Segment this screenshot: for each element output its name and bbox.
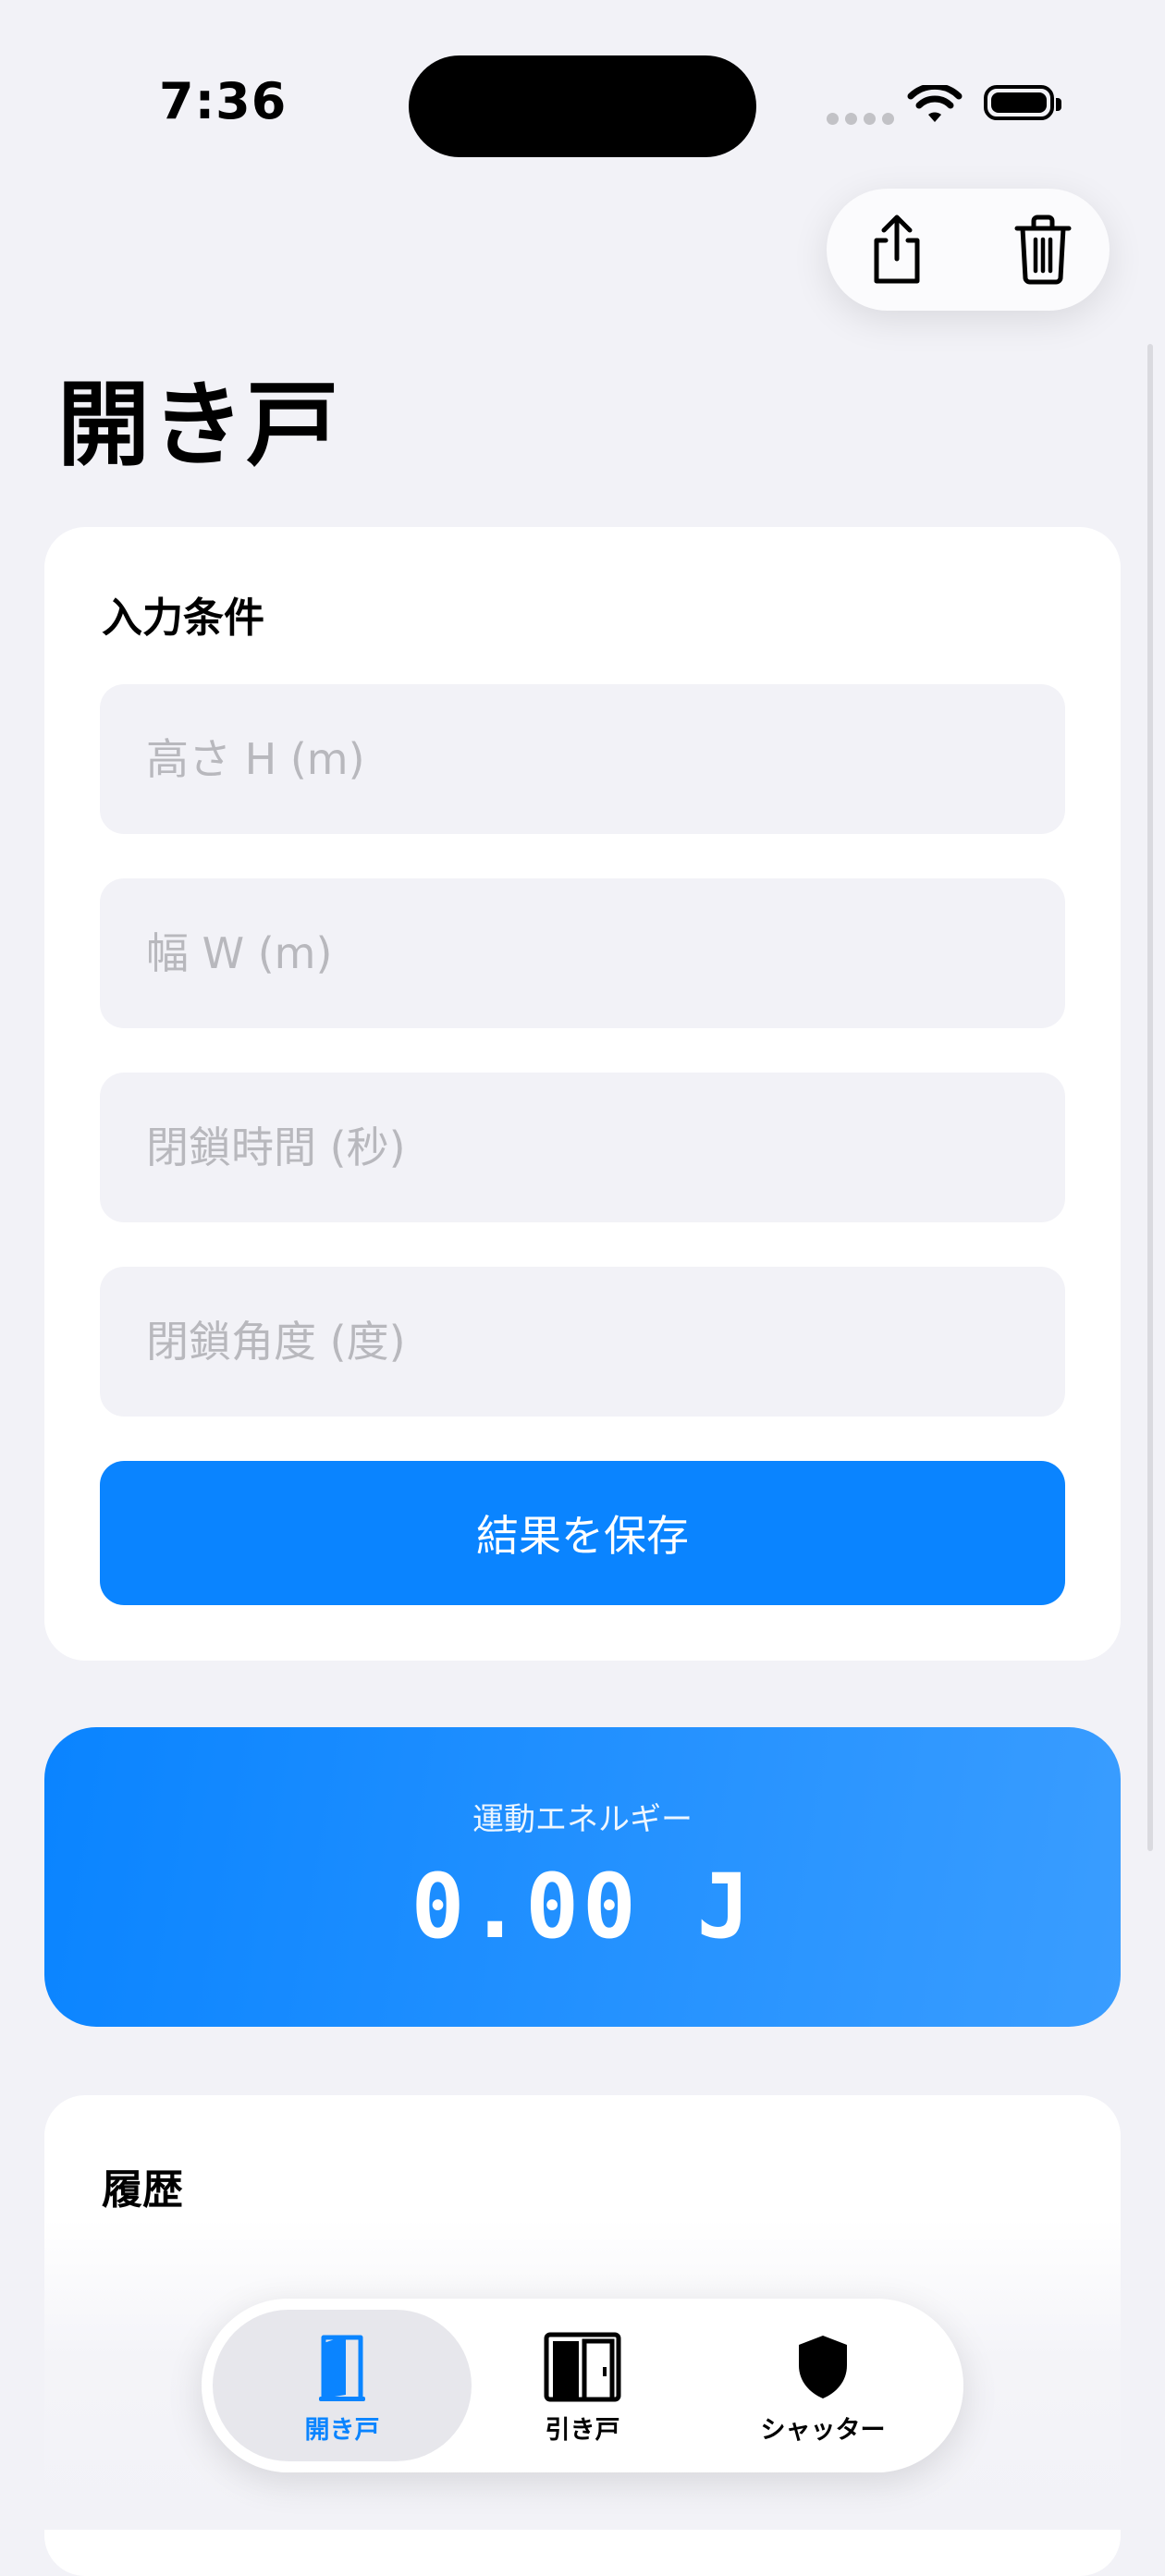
tab-shutter[interactable]: シャッター <box>693 2310 952 2461</box>
tab-sliding-door[interactable]: 引き戸 <box>453 2310 712 2461</box>
hinged-door-icon <box>319 2335 365 2401</box>
tab-bar: 開き戸 引き戸 シャッター <box>202 2299 963 2472</box>
share-button[interactable] <box>860 213 934 287</box>
trash-icon <box>1014 215 1072 285</box>
shield-icon <box>799 2336 847 2398</box>
result-value: 0.00 J <box>411 1855 754 1958</box>
scroll-indicator[interactable] <box>1147 344 1153 1851</box>
input-conditions-card: 入力条件 結果を保存 <box>44 527 1121 1661</box>
closing-angle-input[interactable] <box>100 1267 1065 1417</box>
sliding-door-icon <box>544 2332 621 2402</box>
tab-label-shutter: シャッター <box>760 2416 886 2445</box>
status-time: 7:36 <box>159 72 288 130</box>
width-input[interactable] <box>100 878 1065 1028</box>
tab-hinged-door[interactable]: 開き戸 <box>213 2310 472 2461</box>
section-title-history: 履歴 <box>102 2166 183 2214</box>
wifi-icon <box>906 82 963 131</box>
toolbar <box>827 189 1110 311</box>
cellular-signal-icon <box>827 113 894 125</box>
tab-label-hinged-door: 開き戸 <box>304 2416 380 2445</box>
save-result-button[interactable]: 結果を保存 <box>100 1461 1065 1605</box>
result-label: 運動エネルギー <box>472 1801 693 1838</box>
battery-icon <box>984 85 1061 120</box>
page-title: 開き戸 <box>57 371 340 479</box>
closing-time-input[interactable] <box>100 1073 1065 1222</box>
section-title-input: 入力条件 <box>102 595 264 642</box>
dynamic-island <box>409 55 756 157</box>
delete-button[interactable] <box>1006 213 1080 287</box>
tab-label-sliding-door: 引き戸 <box>545 2416 620 2445</box>
height-input[interactable] <box>100 684 1065 834</box>
share-icon <box>874 215 920 284</box>
kinetic-energy-card: 運動エネルギー 0.00 J <box>44 1727 1121 2027</box>
